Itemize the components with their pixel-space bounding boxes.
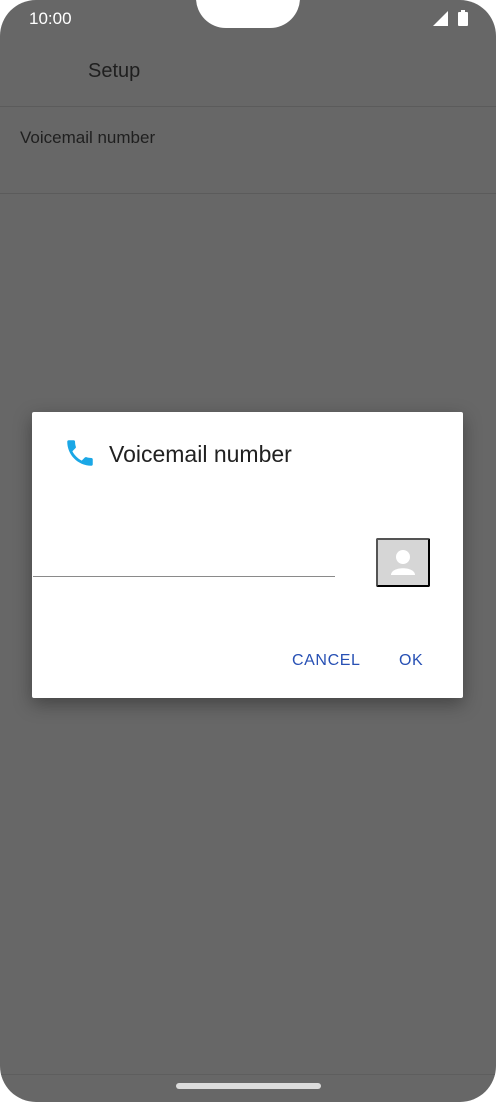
app-bar: Setup xyxy=(0,38,496,107)
home-indicator[interactable] xyxy=(176,1083,321,1089)
contact-icon xyxy=(390,547,416,578)
status-time: 10:00 xyxy=(29,9,72,28)
dialog-title: Voicemail number xyxy=(109,441,292,467)
status-icons xyxy=(433,10,468,31)
voicemail-number-setting[interactable]: Voicemail number xyxy=(0,107,496,194)
pick-contact-button[interactable] xyxy=(376,538,430,587)
phone-icon xyxy=(63,436,97,470)
navigation-divider xyxy=(0,1074,496,1075)
cancel-button[interactable]: CANCEL xyxy=(292,652,361,670)
ok-button[interactable]: OK xyxy=(399,652,423,670)
phone-screen: 10:00 Setup Voicemail number Voicemail n… xyxy=(0,0,496,1102)
camera-notch xyxy=(196,0,300,28)
voicemail-number-label: Voicemail number xyxy=(20,128,156,147)
voicemail-number-input[interactable] xyxy=(33,540,335,577)
signal-icon xyxy=(433,11,448,31)
battery-icon xyxy=(458,10,468,31)
page-title: Setup xyxy=(88,60,141,82)
